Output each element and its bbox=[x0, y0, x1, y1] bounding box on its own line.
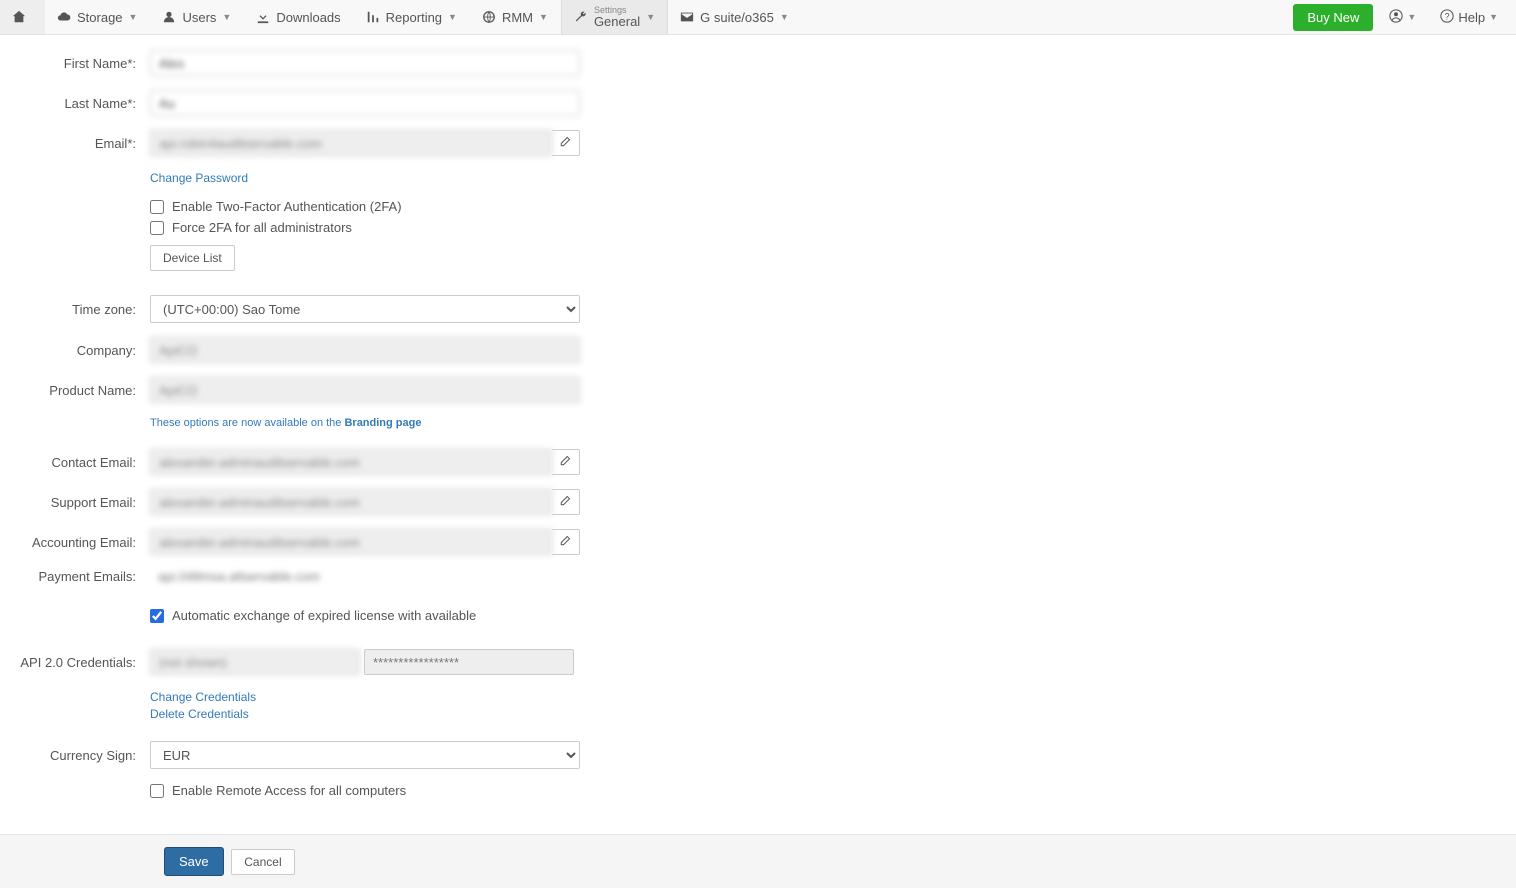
home-icon bbox=[12, 10, 26, 24]
chart-icon bbox=[366, 10, 380, 24]
last-name-input[interactable] bbox=[150, 90, 580, 116]
nav-storage[interactable]: Storage ▼ bbox=[45, 0, 150, 34]
nav-downloads-label: Downloads bbox=[276, 10, 340, 25]
enable-remote-label: Enable Remote Access for all computers bbox=[172, 783, 406, 798]
nav-reporting-label: Reporting bbox=[386, 10, 442, 25]
api-user-input bbox=[150, 649, 360, 675]
enable-2fa-label: Enable Two-Factor Authentication (2FA) bbox=[172, 199, 402, 214]
nav-account[interactable]: ▼ bbox=[1381, 9, 1424, 26]
caret-icon: ▼ bbox=[129, 12, 138, 22]
caret-icon: ▼ bbox=[222, 12, 231, 22]
help-icon: ? bbox=[1440, 9, 1454, 26]
accounting-email-edit-button[interactable] bbox=[552, 529, 580, 555]
auto-exchange-label: Automatic exchange of expired license wi… bbox=[172, 608, 476, 623]
enable-2fa-checkbox[interactable] bbox=[150, 200, 164, 214]
nav-settings[interactable]: Settings General ▼ bbox=[561, 0, 668, 34]
accounting-email-input bbox=[150, 529, 552, 555]
contact-email-label: Contact Email: bbox=[0, 455, 150, 470]
nav-help-label: Help bbox=[1458, 10, 1485, 25]
nav-rmm-label: RMM bbox=[502, 10, 533, 25]
branding-page-link[interactable]: Branding page bbox=[344, 417, 421, 429]
nav-storage-label: Storage bbox=[77, 10, 123, 25]
pencil-icon bbox=[559, 495, 571, 510]
change-password-link[interactable]: Change Password bbox=[150, 171, 248, 185]
caret-icon: ▼ bbox=[646, 12, 655, 22]
download-icon bbox=[256, 10, 270, 24]
caret-icon: ▼ bbox=[1407, 12, 1416, 22]
product-name-input bbox=[150, 377, 580, 403]
company-input bbox=[150, 337, 580, 363]
api-pass-input bbox=[364, 649, 574, 675]
caret-icon: ▼ bbox=[448, 12, 457, 22]
support-email-edit-button[interactable] bbox=[552, 489, 580, 515]
form-footer: Save Cancel bbox=[0, 834, 1516, 888]
product-name-label: Product Name: bbox=[0, 383, 150, 398]
device-list-button[interactable]: Device List bbox=[150, 245, 235, 271]
force-2fa-label: Force 2FA for all administrators bbox=[172, 220, 352, 235]
support-email-label: Support Email: bbox=[0, 495, 150, 510]
first-name-label: First Name*: bbox=[0, 56, 150, 71]
top-navbar: Storage ▼ Users ▼ Downloads Reporting ▼ … bbox=[0, 0, 1516, 35]
timezone-label: Time zone: bbox=[0, 302, 150, 317]
buy-new-button[interactable]: Buy New bbox=[1293, 4, 1373, 31]
enable-remote-checkbox[interactable] bbox=[150, 784, 164, 798]
globe-icon bbox=[482, 10, 496, 24]
caret-icon: ▼ bbox=[539, 12, 548, 22]
timezone-select[interactable]: (UTC+00:00) Sao Tome bbox=[150, 295, 580, 323]
branding-note: These options are now available on the B… bbox=[150, 417, 580, 429]
nav-users[interactable]: Users ▼ bbox=[150, 0, 244, 34]
pencil-icon bbox=[559, 455, 571, 470]
nav-gsuite[interactable]: G suite/o365 ▼ bbox=[668, 0, 802, 34]
payment-emails-value: api.048msa.altservable.com bbox=[150, 569, 320, 584]
nav-downloads[interactable]: Downloads bbox=[244, 0, 353, 34]
currency-label: Currency Sign: bbox=[0, 748, 150, 763]
first-name-input[interactable] bbox=[150, 50, 580, 76]
delete-credentials-link[interactable]: Delete Credentials bbox=[150, 707, 249, 721]
accounting-email-label: Accounting Email: bbox=[0, 535, 150, 550]
payment-emails-label: Payment Emails: bbox=[0, 569, 150, 584]
email-edit-button[interactable] bbox=[552, 130, 580, 156]
change-credentials-link[interactable]: Change Credentials bbox=[150, 690, 256, 704]
nav-reporting[interactable]: Reporting ▼ bbox=[354, 0, 470, 34]
auto-exchange-checkbox[interactable] bbox=[150, 609, 164, 623]
user-circle-icon bbox=[1389, 9, 1403, 26]
caret-icon: ▼ bbox=[1489, 12, 1498, 22]
contact-email-input bbox=[150, 449, 552, 475]
nav-users-label: Users bbox=[182, 10, 216, 25]
nav-gsuite-label: G suite/o365 bbox=[700, 10, 774, 25]
cancel-button[interactable]: Cancel bbox=[231, 849, 294, 875]
company-label: Company: bbox=[0, 343, 150, 358]
last-name-label: Last Name*: bbox=[0, 96, 150, 111]
settings-form: First Name*: Last Name*: Email*: Change … bbox=[0, 35, 1516, 804]
caret-icon: ▼ bbox=[780, 12, 789, 22]
email-label: Email*: bbox=[0, 136, 150, 151]
currency-select[interactable]: EUR bbox=[150, 741, 580, 769]
force-2fa-checkbox[interactable] bbox=[150, 221, 164, 235]
nav-home[interactable] bbox=[0, 0, 45, 34]
cloud-icon bbox=[57, 10, 71, 24]
pencil-icon bbox=[559, 136, 571, 151]
email-input bbox=[150, 130, 552, 156]
support-email-input bbox=[150, 489, 552, 515]
pencil-icon bbox=[559, 535, 571, 550]
api-credentials-label: API 2.0 Credentials: bbox=[0, 655, 150, 670]
nav-settings-main: General bbox=[594, 15, 640, 28]
contact-email-edit-button[interactable] bbox=[552, 449, 580, 475]
svg-text:?: ? bbox=[1445, 11, 1450, 21]
user-icon bbox=[162, 10, 176, 24]
nav-help[interactable]: ? Help ▼ bbox=[1432, 9, 1506, 26]
wrench-icon bbox=[574, 10, 588, 24]
envelope-icon bbox=[680, 10, 694, 24]
nav-rmm[interactable]: RMM ▼ bbox=[470, 0, 561, 34]
